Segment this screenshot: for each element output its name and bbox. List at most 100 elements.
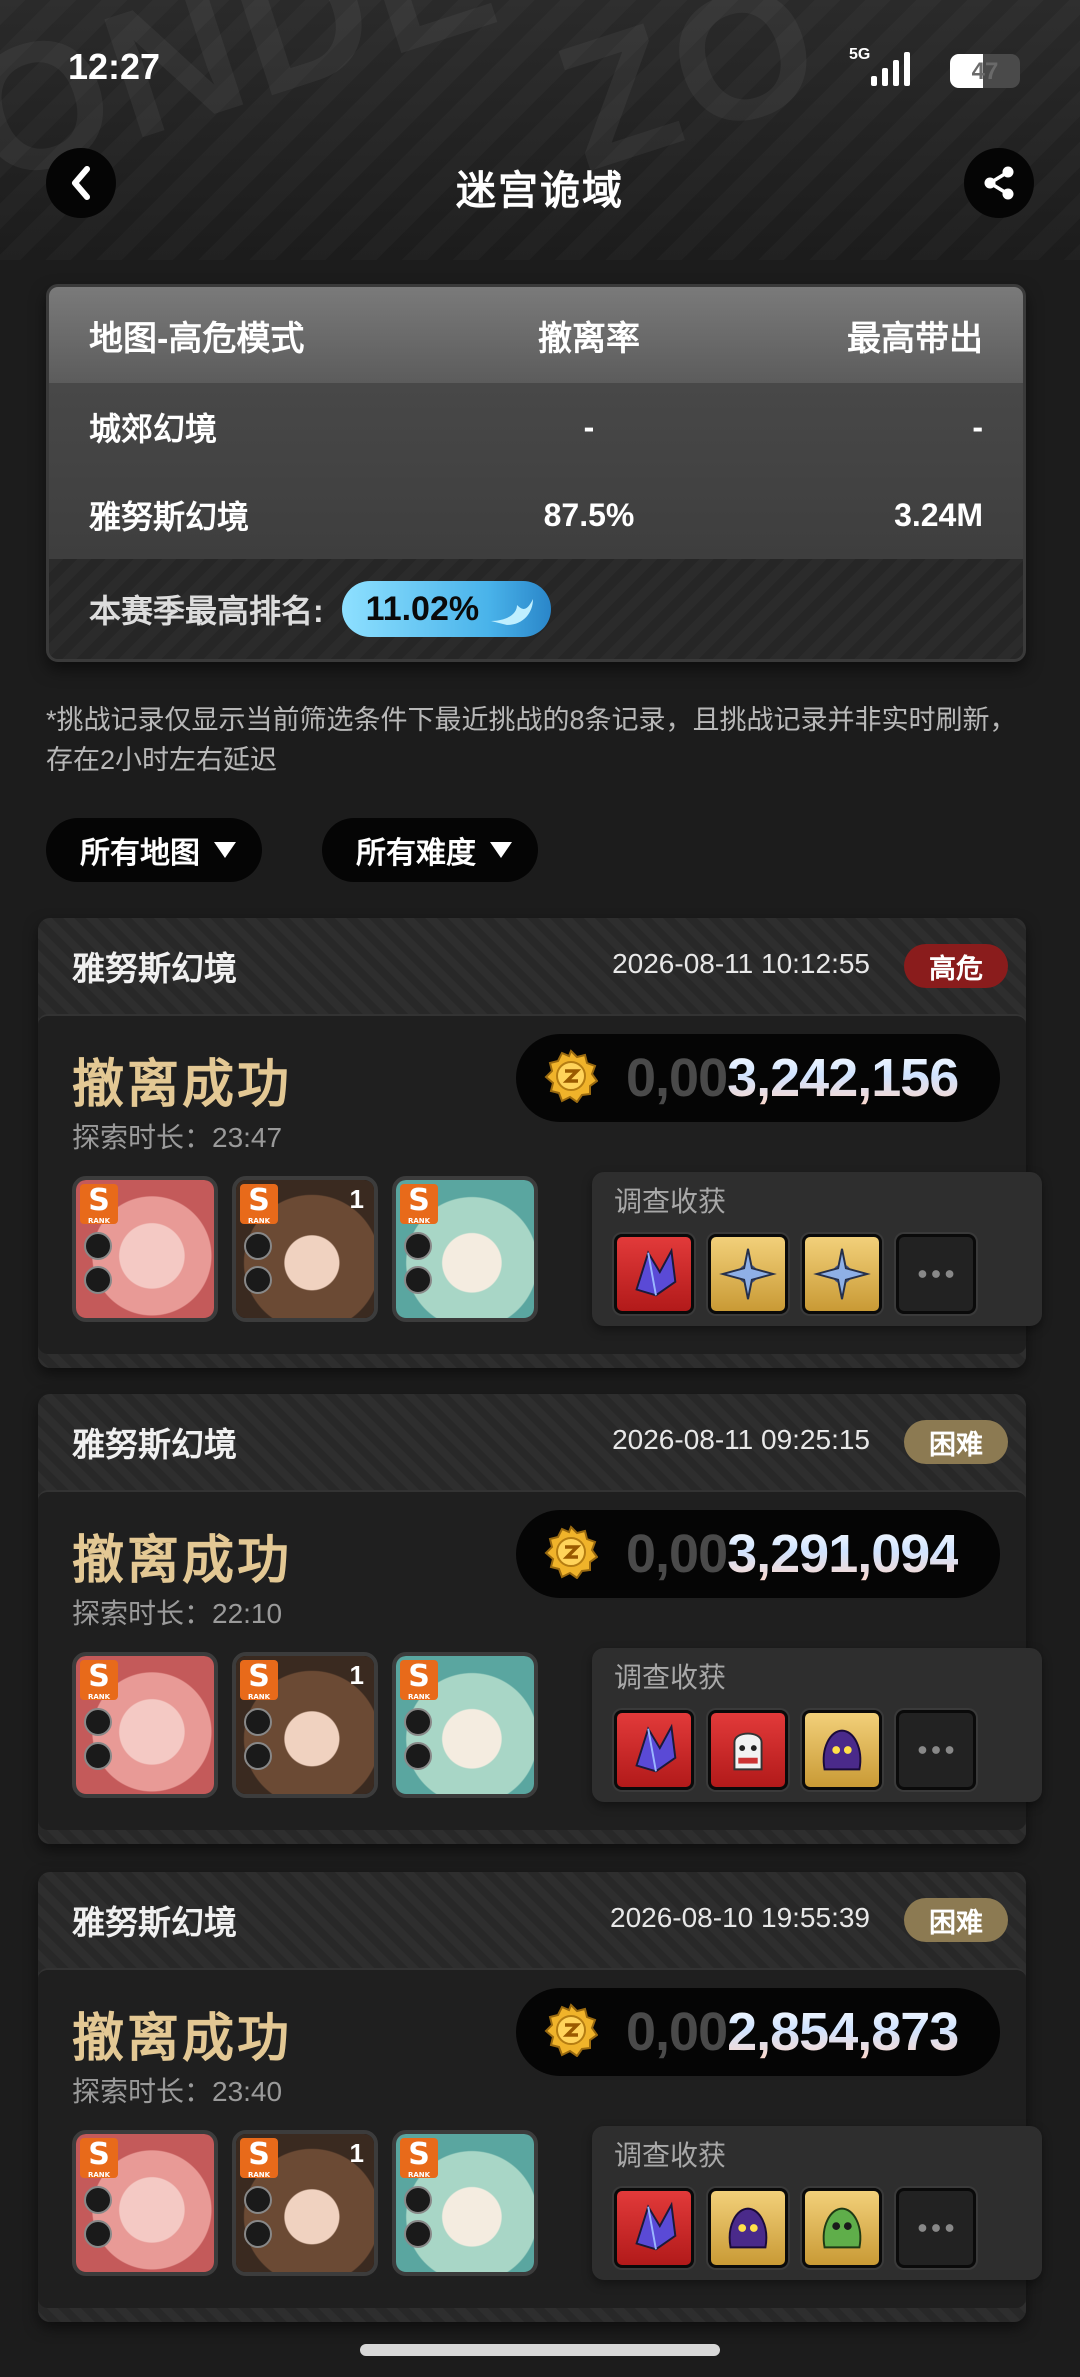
rank-s-badge: S RANK	[400, 2138, 438, 2179]
row-max: 3.24M	[894, 496, 983, 533]
record-card[interactable]: 雅努斯幻境 2026-08-10 19:55:39 困难 撤离成功 探索时长：2…	[38, 1872, 1042, 2322]
attribute-icon	[404, 1708, 432, 1736]
loot-panel: 调查收获	[592, 1172, 1042, 1326]
battery-level: 47	[971, 58, 999, 85]
character-avatar[interactable]: S RANK 1	[232, 1176, 378, 1322]
more-icon	[918, 1270, 954, 1278]
rank-s-badge: S RANK	[240, 1184, 278, 1225]
header-map: 地图-高危模式	[89, 319, 305, 358]
crystal-shard-icon	[635, 1247, 677, 1297]
loot-items	[614, 1234, 976, 1314]
character-avatar[interactable]: S RANK 1	[232, 2130, 378, 2276]
green-blob-icon	[822, 2207, 862, 2249]
more-loot-button[interactable]	[896, 1234, 976, 1314]
loot-panel: 调查收获	[592, 2126, 1042, 2280]
rank-badge: 11.02%	[341, 581, 552, 637]
character-avatar[interactable]: S RANK	[392, 2130, 538, 2276]
coin-counter: 0,003,291,094	[516, 1510, 1000, 1598]
record-result: 撤离成功	[72, 1056, 293, 1114]
record-note: *挑战记录仅显示当前筛选条件下最近挑战的8条记录，且挑战记录并非实时刷新，存在2…	[46, 705, 1017, 775]
network-label: 5G	[849, 46, 871, 63]
rank-s-badge: S RANK	[80, 2138, 118, 2179]
record-map: 雅努斯幻境	[72, 1426, 237, 1463]
record-body: 撤离成功 探索时长：22:10 0,003,291,094 S RANK S RAN…	[38, 1490, 1042, 1830]
rank-s-badge: S RANK	[400, 1184, 438, 1225]
purple-blob-icon	[822, 1729, 862, 1771]
rank-s-badge: S RANK	[240, 2138, 278, 2179]
coin-icon	[544, 1524, 599, 1579]
character-avatar[interactable]: S RANK	[392, 1652, 538, 1798]
record-duration: 探索时长：23:40	[72, 2076, 283, 2107]
record-result: 撤离成功	[72, 2010, 293, 2068]
loot-item[interactable]	[708, 1710, 788, 1790]
coin-counter: 0,003,242,156	[516, 1034, 1000, 1122]
loot-items	[614, 1710, 976, 1790]
row-rate: -	[583, 408, 595, 445]
caret-down-icon	[214, 842, 236, 858]
loot-item[interactable]	[614, 2188, 694, 2268]
row-max: -	[972, 408, 983, 445]
character-avatar[interactable]: S RANK 1	[232, 1652, 378, 1798]
coin-value: 3,242,156	[727, 1048, 959, 1108]
season-rank: 本赛季最高排名: 11.02%	[49, 559, 1023, 659]
coin-counter: 0,002,854,873	[516, 1988, 1000, 2076]
loot-item[interactable]	[614, 1234, 694, 1314]
header-background: ONDE ZO	[0, 0, 1080, 260]
character-avatar[interactable]: S RANK	[72, 1652, 218, 1798]
attribute-icon	[84, 1232, 112, 1260]
header-max: 最高带出	[847, 319, 983, 358]
ghost-bag-icon	[733, 1732, 763, 1771]
more-loot-button[interactable]	[896, 2188, 976, 2268]
crystal-shard-icon	[635, 1723, 677, 1773]
attribute-icon	[404, 1232, 432, 1260]
loot-item[interactable]	[802, 1710, 882, 1790]
character-avatar[interactable]: S RANK	[392, 1176, 538, 1322]
record-card[interactable]: 雅努斯幻境 2026-08-11 09:25:15 困难 撤离成功 探索时长：2…	[38, 1394, 1042, 1844]
row-map: 雅努斯幻境	[89, 499, 250, 535]
coin-icon	[544, 1048, 599, 1103]
specialty-icon	[244, 2220, 272, 2248]
row-rate: 87.5%	[543, 496, 635, 533]
specialty-icon	[244, 1742, 272, 1770]
loot-item[interactable]	[708, 1234, 788, 1314]
loot-item[interactable]	[802, 1234, 882, 1314]
record-header: 雅努斯幻境 2026-08-11 10:12:55 高危	[38, 918, 1026, 1014]
summary-header: 地图-高危模式 撤离率 最高带出	[49, 287, 1023, 383]
more-loot-button[interactable]	[896, 1710, 976, 1790]
more-icon	[918, 2224, 954, 2232]
loot-item[interactable]	[802, 2188, 882, 2268]
flame-icon	[491, 599, 534, 625]
character-avatar[interactable]: S RANK	[72, 2130, 218, 2276]
team-characters: S RANK S RANK 1 S RANK	[72, 2130, 538, 2276]
specialty-icon	[84, 2220, 112, 2248]
attribute-icon	[244, 1708, 272, 1736]
coin-icon	[544, 2002, 599, 2057]
map-filter-dropdown[interactable]: 所有地图	[46, 818, 262, 882]
rank-s-badge: S RANK	[80, 1660, 118, 1701]
coin-leading-zeros: 0,00	[626, 2002, 728, 2062]
map-filter-label: 所有地图	[80, 837, 200, 870]
attribute-icon	[404, 2186, 432, 2214]
attribute-icon	[84, 2186, 112, 2214]
loot-item[interactable]	[614, 1710, 694, 1790]
record-header: 雅努斯幻境 2026-08-10 19:55:39 困难	[38, 1872, 1026, 1968]
home-indicator[interactable]	[360, 2344, 720, 2356]
specialty-icon	[84, 1742, 112, 1770]
specialty-icon	[404, 1742, 432, 1770]
share-button[interactable]	[964, 148, 1034, 218]
loot-panel: 调查收获	[592, 1648, 1042, 1802]
difficulty-filter-dropdown[interactable]: 所有难度	[322, 818, 538, 882]
record-card[interactable]: 雅努斯幻境 2026-08-11 10:12:55 高危 撤离成功 探索时长：2…	[38, 918, 1042, 1368]
record-datetime: 2026-08-11 10:12:55	[612, 948, 870, 979]
row-map: 城郊幻境	[89, 411, 218, 447]
share-icon	[984, 166, 1014, 200]
character-avatar[interactable]: S RANK	[72, 1176, 218, 1322]
difficulty-badge: 困难	[904, 1898, 1008, 1942]
team-characters: S RANK S RANK 1 S RANK	[72, 1176, 538, 1322]
record-duration: 探索时长：23:47	[72, 1122, 283, 1153]
loot-label: 调查收获	[614, 2140, 727, 2171]
summary-row: 城郊幻境 - -	[49, 383, 1023, 471]
coin-leading-zeros: 0,00	[626, 1524, 728, 1584]
character-level: 1	[349, 2138, 364, 2168]
loot-item[interactable]	[708, 2188, 788, 2268]
